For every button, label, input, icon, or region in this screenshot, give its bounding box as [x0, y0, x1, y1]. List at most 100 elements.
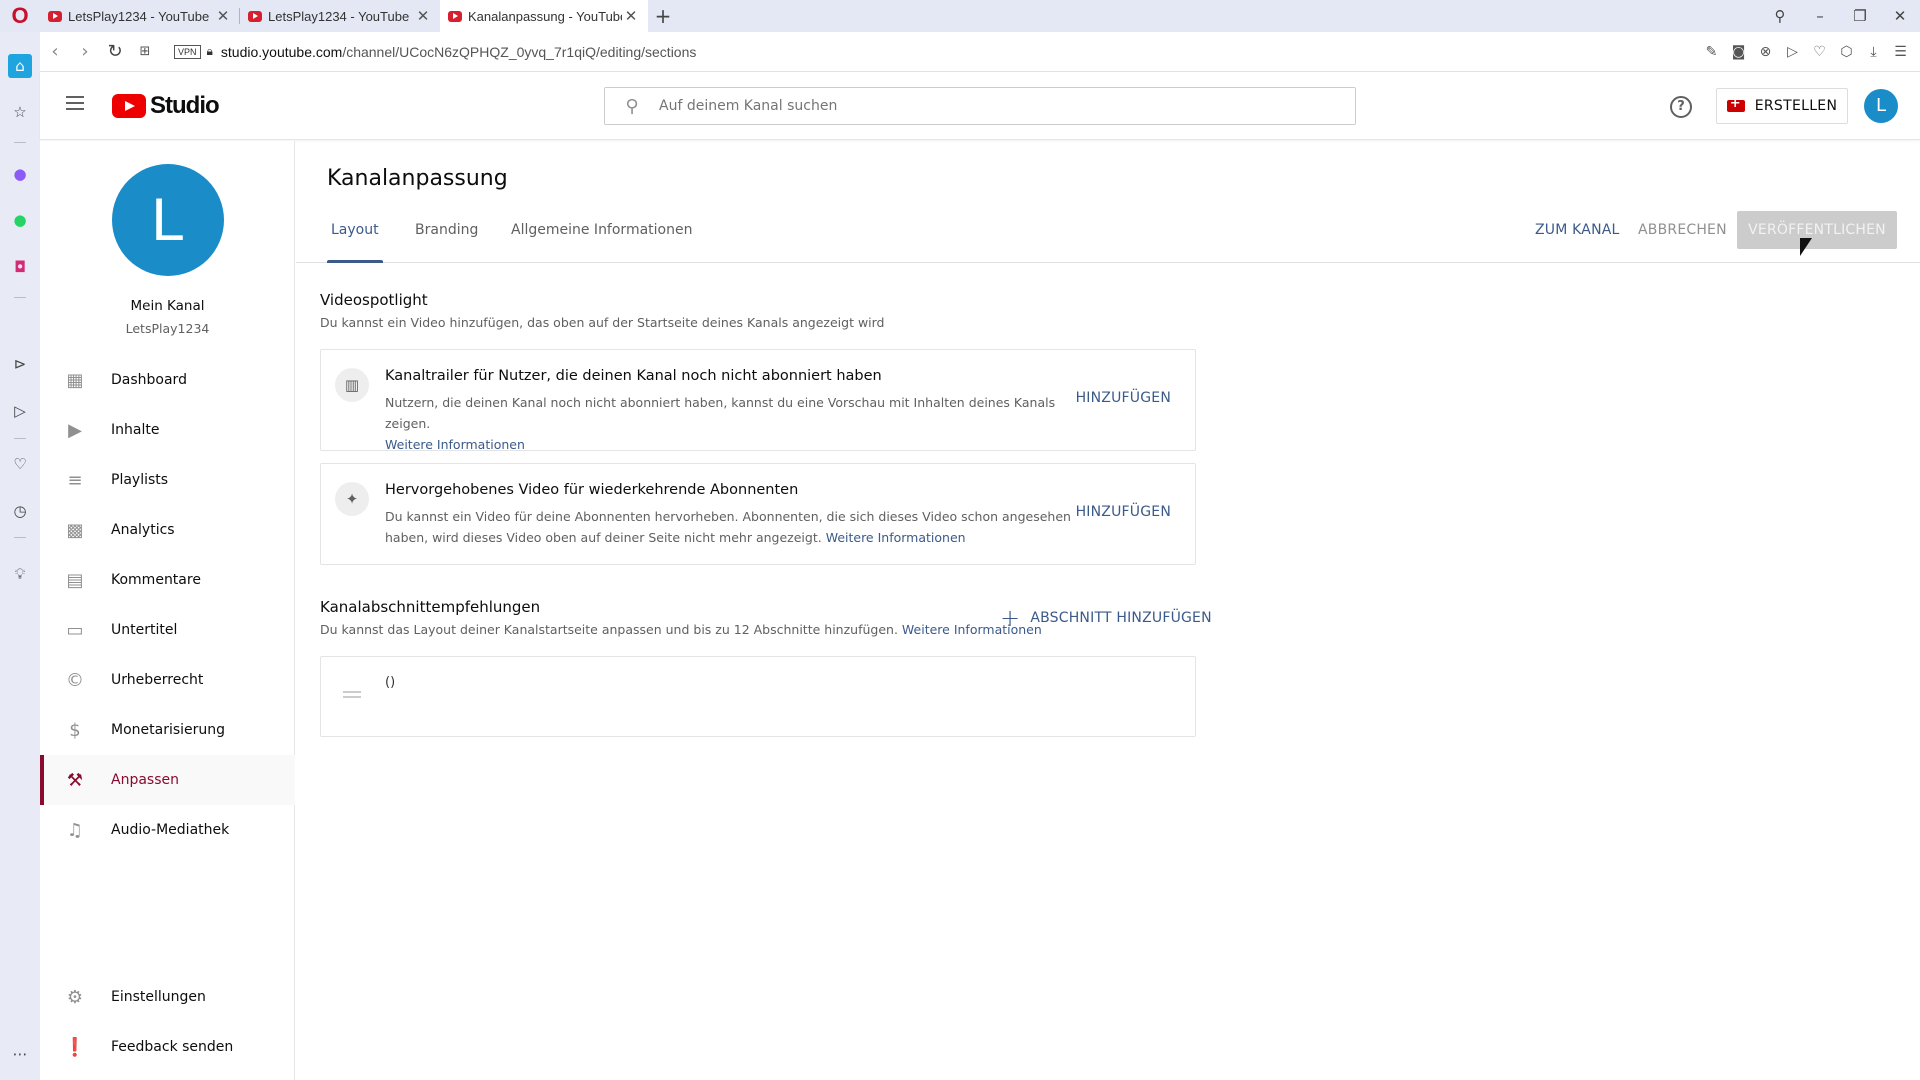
lock-icon: 🔒︎	[206, 44, 213, 58]
back-icon[interactable]: ‹	[40, 41, 70, 62]
sidebar-item-analytics[interactable]: ▩ Analytics	[40, 505, 295, 555]
learn-more-link[interactable]: Weitere Informationen	[385, 437, 525, 452]
opera-logo-icon[interactable]: O	[0, 0, 40, 32]
card-desc-text: Nutzern, die deinen Kanal noch nicht abo…	[385, 395, 1056, 431]
new-tab-button[interactable]: +	[648, 4, 678, 28]
dashboard-icon: ▦	[66, 369, 84, 391]
edit-icon[interactable]: ✎	[1698, 44, 1725, 60]
camera-icon[interactable]: ◙	[1725, 44, 1752, 60]
add-section-label: ABSCHNITT HINZUFÜGEN	[1030, 610, 1212, 626]
sidebar-item-dashboard[interactable]: ▦ Dashboard	[40, 355, 295, 405]
help-icon[interactable]: ?	[1670, 96, 1692, 118]
sidebar-item-label: Monetarisierung	[111, 722, 226, 738]
instagram-icon[interactable]: ◘	[8, 255, 32, 279]
vpn-badge[interactable]: VPN	[174, 44, 201, 59]
browser-tab[interactable]: LetsPlay1234 - YouTube ✕	[40, 0, 240, 32]
sidebar-item-content[interactable]: ▶ Inhalte	[40, 405, 295, 455]
subtitles-icon: ▭	[66, 619, 84, 641]
tab-branding[interactable]: Branding	[415, 213, 478, 263]
heart-icon[interactable]: ♡	[1806, 44, 1833, 60]
adblock-icon[interactable]: ⊗	[1752, 44, 1779, 60]
star-icon[interactable]: ☆	[8, 100, 32, 124]
player-icon[interactable]: ⊳	[8, 352, 32, 376]
sidebar-item-settings[interactable]: ⚙ Einstellungen	[40, 972, 295, 1022]
search-tabs-icon[interactable]: ⚲	[1760, 7, 1800, 25]
sidebar-item-playlists[interactable]: ≡ Playlists	[40, 455, 295, 505]
sidebar-item-monetization[interactable]: $ Monetarisierung	[40, 705, 295, 755]
section-item: ()	[320, 656, 1196, 737]
create-video-icon	[1726, 96, 1745, 112]
tab-title: LetsPlay1234 - YouTube	[68, 8, 210, 24]
card-desc-text: Du kannst ein Video für deine Abonnenten…	[385, 509, 1071, 545]
to-channel-button[interactable]: ZUM KANAL	[1535, 211, 1620, 249]
tab-grid-icon[interactable]: ⊞	[130, 44, 160, 59]
history-icon[interactable]: ◷	[8, 499, 32, 523]
close-tab-icon[interactable]: ✕	[622, 7, 640, 25]
sidebar-item-copyright[interactable]: © Urheberrecht	[40, 655, 295, 705]
publish-button[interactable]: VERÖFFENTLICHEN	[1737, 211, 1897, 249]
browser-tab[interactable]: LetsPlay1234 - YouTube ✕	[240, 0, 440, 32]
forward-icon[interactable]: ›	[70, 41, 100, 62]
tab-general-info[interactable]: Allgemeine Informationen	[511, 213, 692, 263]
close-window-icon[interactable]: ✕	[1880, 7, 1920, 25]
tab-layout[interactable]: Layout	[327, 213, 383, 263]
featured-video-icon: ✦	[335, 482, 369, 516]
sidebar-item-label: Feedback senden	[111, 1039, 234, 1055]
whatsapp-icon[interactable]: ●	[8, 208, 32, 232]
feedback-icon: ❗	[63, 1036, 87, 1058]
channel-name: Mein Kanal	[130, 298, 205, 314]
youtube-favicon-icon	[248, 10, 262, 22]
drag-handle-icon[interactable]	[343, 691, 361, 701]
tab-title: Kanalanpassung - YouTube	[468, 8, 622, 24]
heart-icon[interactable]: ♡	[8, 452, 32, 476]
sidebar-item-subtitles[interactable]: ▭ Untertitel	[40, 605, 295, 655]
close-tab-icon[interactable]: ✕	[414, 7, 432, 25]
tab-title: LetsPlay1234 - YouTube	[268, 8, 410, 24]
browser-tab-active[interactable]: Kanalanpassung - YouTube ✕	[440, 0, 648, 32]
sidebar-item-customize[interactable]: ⚒ Anpassen	[40, 755, 295, 805]
sidebar-item-comments[interactable]: ▤ Kommentare	[40, 555, 295, 605]
close-tab-icon[interactable]: ✕	[214, 7, 232, 25]
studio-sidebar: L Mein Kanal LetsPlay1234 ▦ Dashboard ▶ …	[40, 141, 295, 1080]
send-icon[interactable]: ▷	[8, 399, 32, 423]
cube-icon[interactable]: ⬡	[1833, 44, 1860, 60]
channel-avatar[interactable]: L	[112, 164, 224, 276]
channel-trailer-card: ▥ Kanaltrailer für Nutzer, die deinen Ka…	[320, 349, 1196, 452]
spotlight-title: Videospotlight	[320, 291, 428, 309]
logo-text: Studio	[150, 92, 220, 119]
create-button[interactable]: ERSTELLEN	[1716, 88, 1848, 124]
content-icon: ▶	[68, 419, 82, 441]
cancel-button[interactable]: ABBRECHEN	[1638, 211, 1727, 249]
search-box[interactable]: ⚲	[604, 87, 1356, 125]
url-field[interactable]: studio.youtube.com/channel/UCocN6zQPHQZ_…	[221, 44, 696, 60]
menu-icon[interactable]	[66, 96, 84, 114]
messenger-icon[interactable]: ●	[8, 162, 32, 186]
download-icon[interactable]: ⤓	[1860, 44, 1887, 60]
sidebar-item-feedback[interactable]: ❗ Feedback senden	[40, 1022, 295, 1072]
account-avatar[interactable]: L	[1864, 89, 1898, 123]
sidebar-item-audio-library[interactable]: ♫ Audio-Mediathek	[40, 805, 295, 855]
studio-header: Studio ⚲ ? ERSTELLEN L	[40, 72, 1920, 140]
add-trailer-button[interactable]: HINZUFÜGEN	[1076, 390, 1171, 406]
add-featured-video-button[interactable]: HINZUFÜGEN	[1076, 504, 1171, 520]
url-path: /channel/UCocN6zQPHQZ_0yvq_7r1qiQ/editin…	[342, 43, 697, 60]
easy-setup-icon[interactable]: ☰	[1887, 44, 1914, 60]
sidebar-item-label: Inhalte	[111, 422, 160, 438]
url-host: studio.youtube.com	[220, 43, 343, 60]
learn-more-link[interactable]: Weitere Informationen	[826, 530, 966, 545]
card-title: Hervorgehobenes Video für wiederkehrende…	[385, 482, 799, 498]
sidebar-item-label: Audio-Mediathek	[111, 822, 230, 838]
more-icon[interactable]: ⋯	[8, 1042, 32, 1066]
send-icon[interactable]: ▷	[1779, 44, 1806, 60]
magic-wand-icon: ⚒	[66, 769, 84, 791]
analytics-icon: ▩	[66, 519, 84, 541]
home-icon[interactable]: ⌂	[8, 54, 32, 78]
minimize-icon[interactable]: –	[1800, 7, 1840, 25]
film-icon: ▥	[335, 368, 369, 402]
add-section-button[interactable]: + ABSCHNITT HINZUFÜGEN	[1000, 606, 1212, 630]
restore-icon[interactable]: ❐	[1840, 7, 1880, 25]
studio-logo[interactable]: Studio	[112, 92, 220, 120]
search-input[interactable]	[659, 98, 1355, 114]
lightbulb-icon[interactable]: 💡︎	[8, 562, 32, 586]
reload-icon[interactable]: ↻	[100, 41, 130, 62]
